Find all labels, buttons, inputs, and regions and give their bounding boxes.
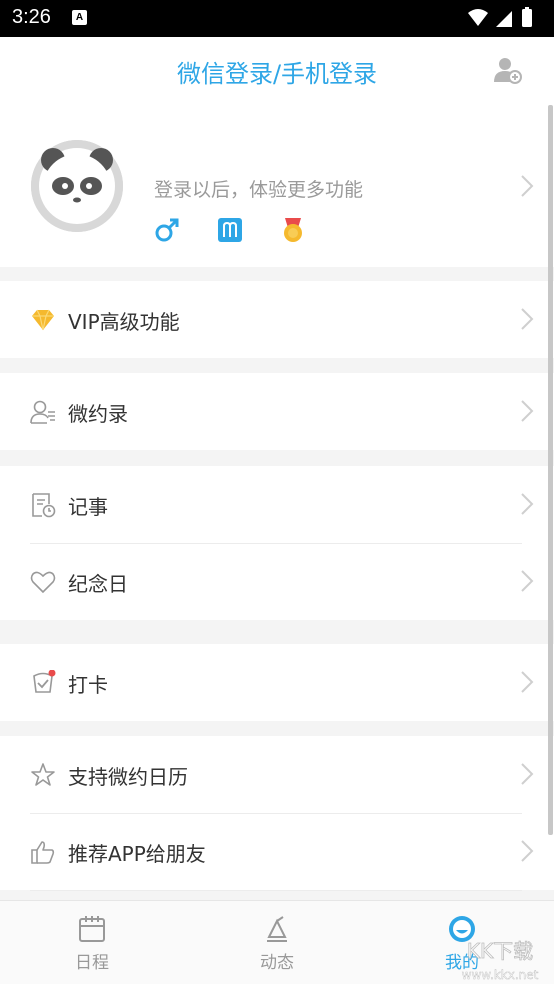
contacts-icon	[30, 400, 55, 424]
svg-text:www.kkx.net: www.kkx.net	[462, 968, 539, 982]
tab-feed[interactable]: 动态	[185, 901, 369, 984]
divider	[30, 890, 522, 891]
login-title[interactable]: 微信登录/手机登录	[0, 54, 554, 89]
svg-text:KK下载: KK下载	[467, 939, 533, 963]
notes-icon	[32, 493, 56, 518]
menu-label-anniversary: 纪念日	[68, 572, 128, 596]
menu-item-contacts[interactable]: 微约录	[0, 373, 554, 450]
heart-icon	[30, 571, 56, 594]
tab-label-feed: 动态	[260, 953, 294, 973]
profile-card[interactable]: 登录以后，体验更多功能	[0, 105, 554, 267]
menu-item-vip[interactable]: VIP高级功能	[0, 281, 554, 358]
chevron-right-icon	[521, 671, 534, 693]
menu-item-recommend[interactable]: 推荐APP给朋友	[0, 813, 554, 890]
menu-label-recommend: 推荐APP给朋友	[68, 842, 206, 866]
thumbs-up-icon	[31, 841, 55, 864]
zodiac-icon	[218, 218, 242, 242]
star-icon	[31, 763, 55, 786]
diamond-icon	[32, 309, 54, 331]
chevron-right-icon	[521, 840, 534, 862]
chevron-right-icon	[521, 400, 534, 422]
tab-label-schedule: 日程	[75, 953, 109, 973]
notification-icon: A	[72, 10, 87, 25]
vip-group: VIP高级功能	[0, 281, 554, 358]
support-group: 支持微约日历 推荐APP给朋友	[0, 736, 554, 891]
contacts-group: 微约录	[0, 373, 554, 450]
chevron-right-icon	[521, 175, 534, 197]
menu-item-support[interactable]: 支持微约日历	[0, 736, 554, 813]
checkin-group: 打卡	[0, 644, 554, 721]
chevron-right-icon	[521, 308, 534, 330]
menu-label-checkin: 打卡	[68, 673, 108, 697]
male-icon	[155, 218, 179, 242]
battery-icon	[522, 9, 532, 27]
tab-schedule[interactable]: 日程	[0, 901, 184, 984]
menu-label-notes: 记事	[68, 495, 108, 519]
menu-item-anniversary[interactable]: 纪念日	[0, 543, 554, 620]
avatar[interactable]	[31, 140, 123, 232]
system-status-icons	[468, 7, 532, 27]
notes-group: 记事 纪念日	[0, 466, 554, 620]
feed-icon	[267, 916, 287, 942]
status-bar: 3:26 A	[0, 0, 554, 37]
menu-label-vip: VIP高级功能	[68, 310, 180, 334]
add-user-icon[interactable]	[494, 56, 522, 84]
chevron-right-icon	[521, 570, 534, 592]
top-header: 微信登录/手机登录	[0, 37, 554, 105]
wifi-icon	[468, 9, 488, 26]
chevron-right-icon	[521, 763, 534, 785]
menu-label-support: 支持微约日历	[68, 765, 188, 789]
menu-item-notes[interactable]: 记事	[0, 466, 554, 543]
panda-avatar-icon	[31, 140, 123, 232]
checkin-icon	[33, 670, 56, 693]
status-time: 3:26	[12, 6, 51, 28]
scrollbar[interactable]	[548, 105, 553, 835]
medal-icon	[284, 218, 302, 242]
signal-icon	[496, 11, 512, 27]
menu-label-contacts: 微约录	[68, 402, 128, 426]
login-hint: 登录以后，体验更多功能	[154, 179, 364, 201]
calendar-icon	[79, 916, 105, 942]
watermark-logo: KK下载 www.kkx.net	[461, 939, 539, 983]
menu-item-checkin[interactable]: 打卡	[0, 644, 554, 721]
profile-scroll-area[interactable]: 登录以后，体验更多功能 VIP高级功能 微约录 记事 纪念日 打卡 支持微约日历…	[0, 105, 554, 900]
chevron-right-icon	[521, 493, 534, 515]
